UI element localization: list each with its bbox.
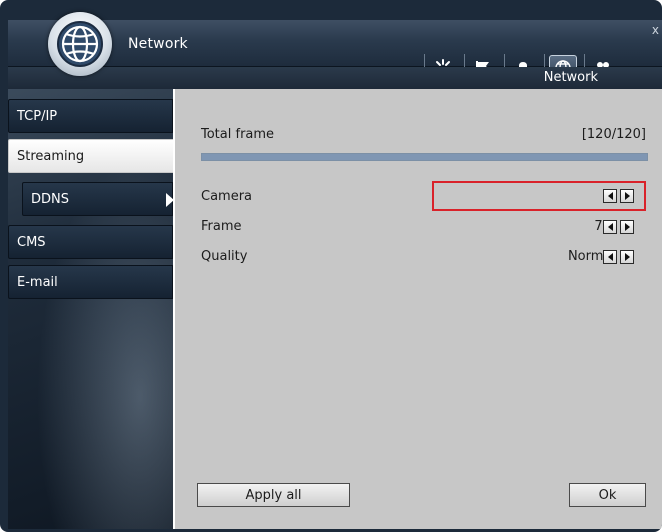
sidebar-item-email[interactable]: E-mail	[8, 265, 173, 299]
quality-decrement-button[interactable]	[603, 250, 617, 264]
network-logo-icon	[48, 12, 112, 76]
total-frame-value: [120/120]	[581, 127, 646, 142]
frame-increment-button[interactable]	[620, 220, 634, 234]
sidebar-item-label: E-mail	[17, 274, 58, 290]
frame-decrement-button[interactable]	[603, 220, 617, 234]
sidebar-item-label: TCP/IP	[17, 108, 58, 124]
subheader: Network	[8, 67, 662, 89]
camera-label: Camera	[201, 189, 253, 204]
sidebar-item-label: DDNS	[31, 191, 69, 207]
sidebar: TCP/IP Streaming DDNS CMS E-mail	[8, 89, 175, 529]
sidebar-item-cms[interactable]: CMS	[8, 225, 173, 259]
camera-highlight-box	[432, 181, 646, 211]
total-frame-progress-bar	[201, 153, 648, 161]
sidebar-item-tcpip[interactable]: TCP/IP	[8, 99, 173, 133]
total-frame-label: Total frame	[201, 127, 275, 142]
network-settings-window: x Network Network TCP/IP Streaming DDNS …	[0, 0, 662, 532]
sidebar-item-label: Streaming	[17, 148, 85, 164]
frame-label: Frame	[201, 219, 242, 234]
quality-label: Quality	[201, 249, 248, 264]
sidebar-item-label: CMS	[17, 234, 46, 250]
close-icon[interactable]: x	[652, 24, 659, 36]
progress-fill	[202, 154, 647, 160]
ok-button[interactable]: Ok	[569, 483, 646, 507]
app-title: Network	[128, 36, 188, 52]
sidebar-item-ddns[interactable]: DDNS	[22, 182, 174, 216]
settings-panel: Total frame [120/120] Camera 1 Frame 7.5…	[173, 89, 662, 529]
sidebar-item-streaming[interactable]: Streaming	[8, 139, 175, 173]
section-title: Network	[543, 70, 598, 85]
apply-all-button[interactable]: Apply all	[197, 483, 350, 507]
quality-increment-button[interactable]	[620, 250, 634, 264]
